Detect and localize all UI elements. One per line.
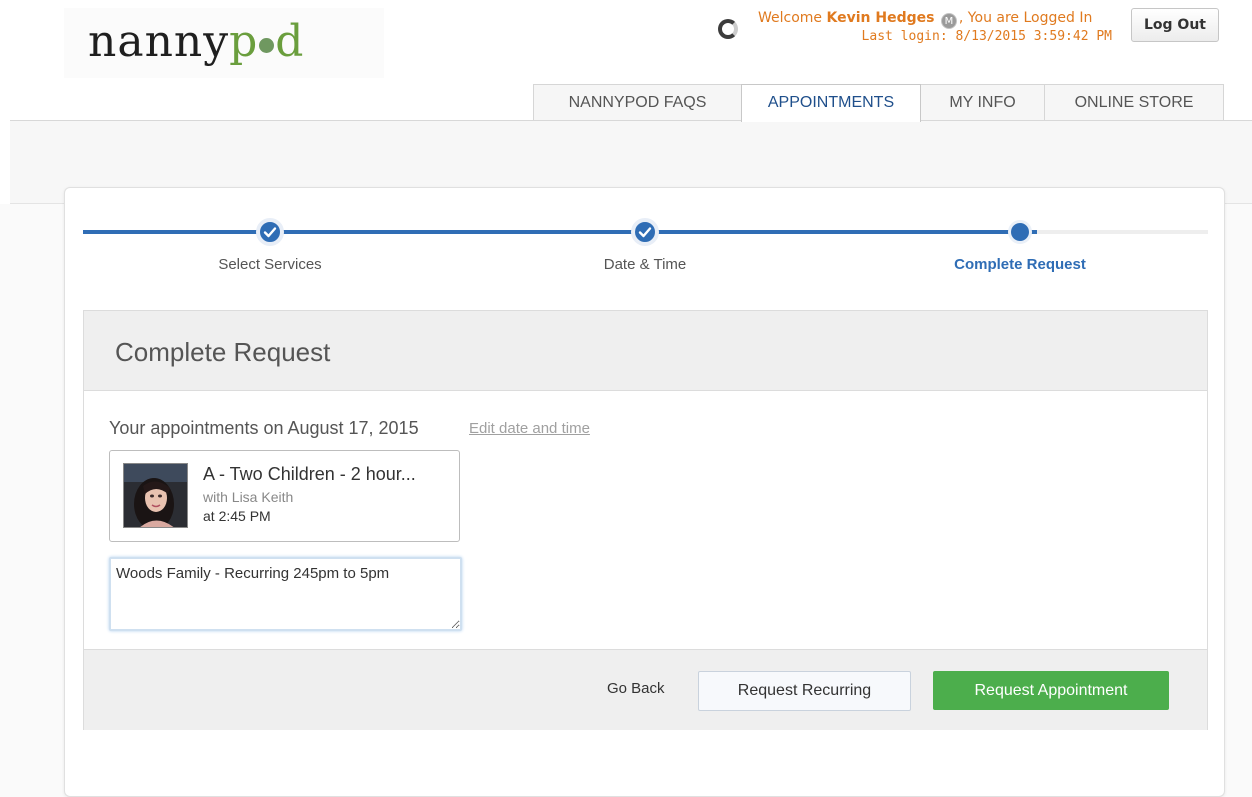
step-1-check-icon xyxy=(256,218,284,246)
logo-text-p: p xyxy=(229,16,259,67)
logo-wordmark: nannyp d xyxy=(88,16,304,67)
welcome-prefix: Welcome xyxy=(758,10,823,26)
login-status: Welcome Kevin Hedges M, You are Logged I… xyxy=(718,8,1128,50)
site-header: nannyp d Welcome Kevin Hedges M, You are … xyxy=(0,0,1252,122)
request-appointment-button[interactable]: Request Appointment xyxy=(933,671,1169,710)
member-badge-icon: M xyxy=(940,13,957,29)
appointment-card: A - Two Children - 2 hour... with Lisa K… xyxy=(109,450,460,542)
complete-request-panel: Complete Request Your appointments on Au… xyxy=(83,310,1208,730)
appointments-date-line: Your appointments on August 17, 2015 xyxy=(109,418,419,438)
nannypod-logo[interactable]: nannyp d xyxy=(64,8,384,78)
tab-my-info[interactable]: MY INFO xyxy=(920,84,1045,121)
loading-spinner-icon xyxy=(718,19,738,39)
user-name: Kevin Hedges xyxy=(826,10,935,26)
step-1-label: Select Services xyxy=(218,256,322,273)
provider-avatar xyxy=(123,463,188,528)
edit-date-time-link[interactable]: Edit date and time xyxy=(469,420,590,437)
logout-button[interactable]: Log Out xyxy=(1131,8,1219,42)
logged-in-text: , You are Logged In xyxy=(958,10,1093,26)
panel-header: Complete Request xyxy=(84,311,1207,391)
stepper-track-remaining xyxy=(1037,230,1208,234)
panel-footer: Go Back Request Recurring Request Appoin… xyxy=(84,649,1207,730)
step-3-current-icon xyxy=(1008,220,1032,244)
tab-nannypod-faqs[interactable]: NANNYPOD FAQS xyxy=(533,84,742,121)
last-login: Last login: 8/13/2015 3:59:42 PM xyxy=(861,29,1112,44)
request-recurring-button[interactable]: Request Recurring xyxy=(698,671,911,711)
go-back-link[interactable]: Go Back xyxy=(607,680,665,697)
booking-card: Select Services Date & Time Complete Req… xyxy=(64,187,1225,797)
logo-dot-icon xyxy=(259,38,275,53)
tab-appointments[interactable]: APPOINTMENTS xyxy=(741,84,921,122)
logo-text-d: d xyxy=(275,16,305,67)
step-2-label: Date & Time xyxy=(603,256,687,273)
step-2-check-icon xyxy=(631,218,659,246)
logo-text-nanny: nanny xyxy=(88,16,230,67)
appointment-time: at 2:45 PM xyxy=(203,508,271,524)
welcome-line: Welcome Kevin Hedges M, You are Logged I… xyxy=(758,10,1092,29)
step-3-label: Complete Request xyxy=(954,256,1086,273)
appointment-provider: with Lisa Keith xyxy=(203,489,294,505)
tab-online-store[interactable]: ONLINE STORE xyxy=(1044,84,1224,121)
appointment-service-title: A - Two Children - 2 hour... xyxy=(203,464,416,484)
main-nav-tabs: NANNYPOD FAQS APPOINTMENTS MY INFO ONLIN… xyxy=(533,84,1224,122)
panel-title: Complete Request xyxy=(115,337,331,367)
appointment-notes-input[interactable] xyxy=(109,557,462,631)
